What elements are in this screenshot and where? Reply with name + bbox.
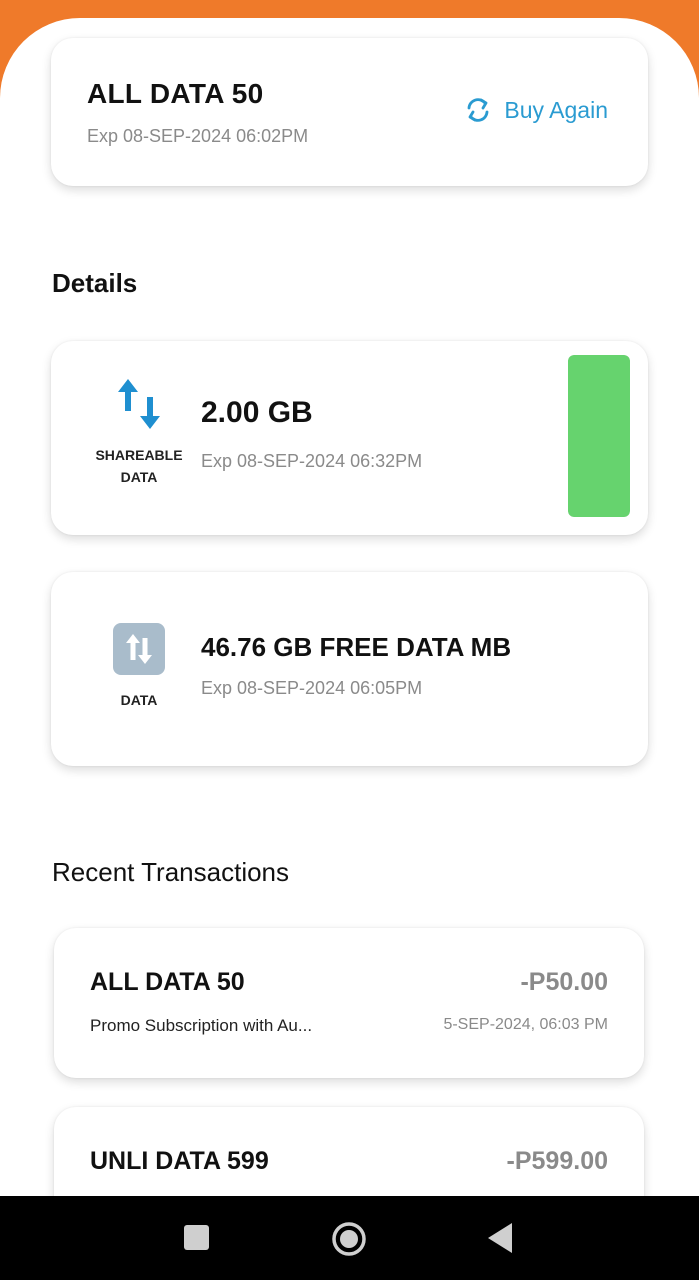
detail-icon-column: SHAREABLE DATA bbox=[71, 377, 207, 488]
shareable-data-arrows-icon bbox=[114, 377, 164, 436]
plan-expiry: Exp 08-SEP-2024 06:02PM bbox=[87, 126, 309, 146]
transaction-amount: -P599.00 bbox=[506, 1147, 608, 1175]
home-circle-icon[interactable] bbox=[331, 1221, 367, 1262]
detail-amount: 2.00 GB bbox=[201, 396, 313, 429]
back-triangle-icon[interactable] bbox=[486, 1221, 514, 1260]
details-heading: Details bbox=[52, 268, 138, 298]
buy-again-button[interactable]: Buy Again bbox=[464, 96, 608, 124]
caption-line-1: SHAREABLE bbox=[95, 447, 183, 463]
detail-expiry: Exp 08-SEP-2024 06:32PM bbox=[201, 451, 423, 471]
transaction-amount: -P50.00 bbox=[520, 968, 608, 996]
detail-icon-column: DATA bbox=[71, 622, 207, 711]
caption-line-2: DATA bbox=[120, 469, 158, 485]
data-arrows-icon bbox=[112, 622, 166, 681]
usage-bar bbox=[568, 355, 630, 517]
detail-amount: 46.76 GB FREE DATA MB bbox=[201, 632, 512, 662]
transaction-name: UNLI DATA 599 bbox=[90, 1147, 269, 1175]
system-navigation-bar bbox=[0, 1196, 699, 1280]
detail-expiry: Exp 08-SEP-2024 06:05PM bbox=[201, 678, 423, 698]
detail-card-data[interactable]: DATA 46.76 GB FREE DATA MB Exp 08-SEP-20… bbox=[51, 572, 648, 766]
transaction-date: 5-SEP-2024, 06:03 PM bbox=[443, 1016, 608, 1033]
detail-card-shareable[interactable]: SHAREABLE DATA 2.00 GB Exp 08-SEP-2024 0… bbox=[51, 341, 648, 535]
usage-bar-fill bbox=[568, 355, 630, 517]
buy-again-label: Buy Again bbox=[504, 96, 608, 123]
recents-square-icon[interactable] bbox=[184, 1225, 209, 1250]
transaction-name: ALL DATA 50 bbox=[90, 968, 245, 996]
caption-line-1: DATA bbox=[120, 692, 158, 708]
detail-caption: DATA bbox=[71, 689, 207, 711]
transaction-description: Promo Subscription with Au... bbox=[90, 1016, 313, 1035]
transaction-row[interactable]: ALL DATA 50 -P50.00 Promo Subscription w… bbox=[54, 928, 644, 1078]
refresh-icon bbox=[464, 96, 492, 124]
plan-card: ALL DATA 50 Exp 08-SEP-2024 06:02PM Buy … bbox=[51, 38, 648, 186]
recent-transactions-heading: Recent Transactions bbox=[52, 857, 290, 887]
plan-name: ALL DATA 50 bbox=[87, 78, 264, 109]
detail-caption: SHAREABLE DATA bbox=[71, 444, 207, 488]
